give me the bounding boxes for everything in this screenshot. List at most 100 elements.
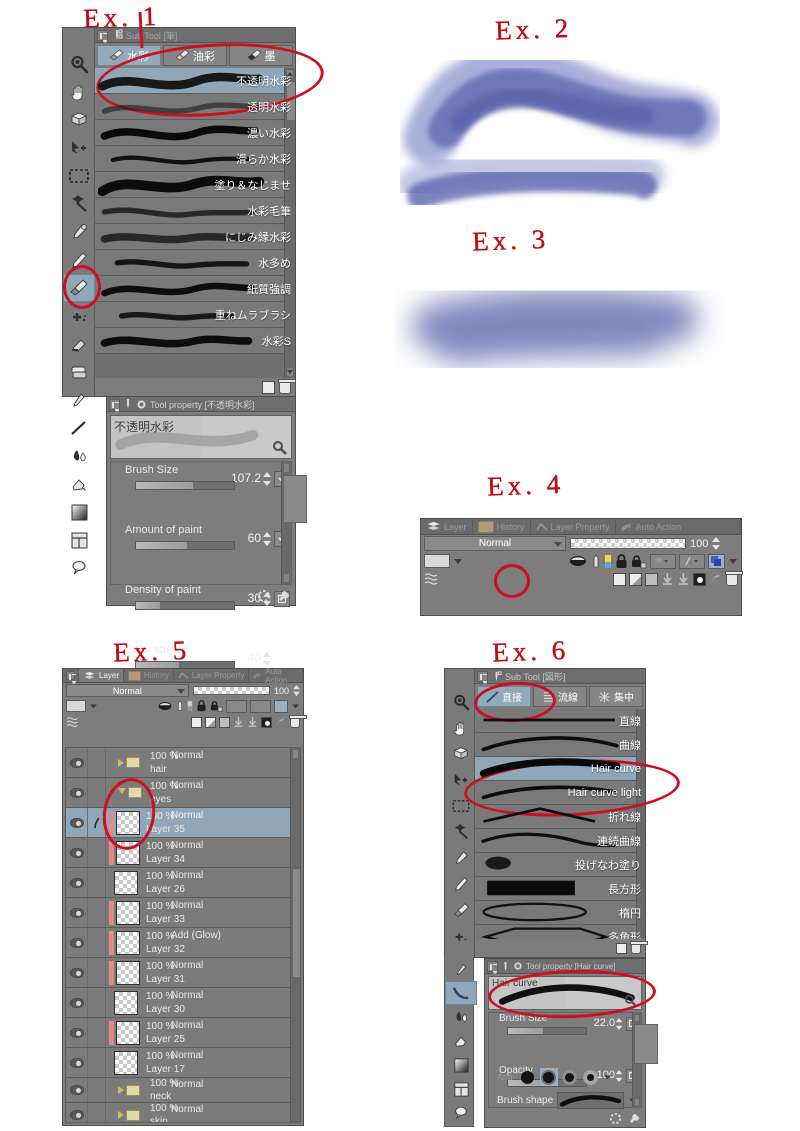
subtool-item[interactable]: にじみ縁水彩 [95,224,295,250]
tab-layer-property[interactable]: Layer Property [530,519,616,534]
new-folder-icon[interactable] [645,572,658,586]
gradient-square-icon[interactable] [63,498,95,526]
antialias-strong-icon[interactable] [582,1068,600,1086]
blend-mode-select[interactable]: Normal [66,684,189,697]
delete-layer-icon[interactable] [725,570,743,586]
table-row[interactable]: 100 % Layer 32 Add (Glow) [66,928,300,958]
tab-layer-property[interactable]: Layer Property [173,669,250,682]
eyedropper2-icon[interactable] [445,957,477,981]
combine-down-icon[interactable] [247,716,258,728]
stepper-icon[interactable] [263,472,271,486]
property-row-brush-shape[interactable]: Brush shape [489,1089,641,1111]
new-tonal-layer-icon[interactable] [629,572,642,586]
subtool-item[interactable]: 連続曲線 [475,829,645,853]
chevron-down-icon[interactable] [89,701,98,711]
opacity-value[interactable]: 100 [690,538,708,550]
draft-mode-icon[interactable] [679,553,705,569]
pen-icon[interactable] [445,871,477,897]
brush-icon[interactable] [63,274,95,302]
layer-visibility-toggle[interactable] [66,1018,88,1047]
property-slider[interactable] [135,541,235,550]
stepper-icon[interactable] [712,537,721,550]
palette-menu-icon[interactable] [66,671,76,682]
stepper-icon[interactable] [615,1018,623,1030]
chevron-down-icon[interactable] [118,787,126,798]
palette-menu-icon[interactable] [97,29,108,41]
wrench-icon[interactable] [624,994,638,1008]
subtool-scrollbar[interactable] [284,68,295,378]
table-row[interactable]: 100 % Layer 25 Normal [66,1018,300,1048]
table-row[interactable]: 100 % Layer 30 Normal [66,988,300,1018]
magic-wand-icon[interactable] [63,190,95,218]
brush-icon[interactable] [445,897,477,923]
table-row[interactable]: 100 % neck Normal [66,1078,300,1103]
ex4-tabstrip[interactable]: Layer History Layer Property Auto Action [421,519,741,535]
fill-icon[interactable] [445,1005,477,1029]
antialias-none-icon[interactable] [519,1068,537,1086]
chevron-right-icon[interactable] [118,758,124,767]
subtool-item[interactable]: 重ねムラブラシ [95,302,295,328]
property-scrollbar[interactable] [632,1013,658,1107]
new-subtool-icon[interactable] [262,381,275,394]
subtool-item[interactable]: 折れ線 [475,805,645,829]
frame-icon[interactable] [445,1077,477,1101]
magic-wand-icon[interactable] [445,819,477,845]
subtool-item[interactable]: 滑らか水彩 [95,146,295,172]
ruler-icon[interactable] [176,700,184,712]
reference-layer-icon[interactable] [650,553,676,569]
reference-layer-icon[interactable] [226,699,247,713]
palette-menu-icon[interactable] [477,670,488,682]
reset-icon[interactable] [609,1112,622,1125]
layer-visibility-toggle[interactable] [66,868,88,897]
subtool-item[interactable]: 直線 [475,709,645,733]
transfer-down-icon[interactable] [233,716,244,728]
subtool-item[interactable]: 透明水彩 [95,94,295,120]
category-button-focus[interactable]: 集中 [589,686,643,707]
scrollbar-thumb[interactable] [292,868,300,978]
antialias-medium-icon[interactable] [561,1068,579,1086]
clip-to-layer-below-icon[interactable] [157,700,173,712]
subtool-item[interactable]: Hair curve [475,757,645,781]
layer-visibility-toggle[interactable] [66,1103,88,1122]
wrench-icon[interactable] [272,440,288,456]
marquee-icon[interactable] [445,793,477,819]
table-row[interactable]: 100 % eyes Normal [66,778,300,808]
ex6-toolbar[interactable] [445,669,477,994]
figure-icon[interactable] [445,981,477,1005]
layer-list-scrollbar[interactable] [290,748,300,1122]
layer-visibility-toggle[interactable] [66,838,88,867]
figure-icon[interactable] [63,414,95,442]
table-row[interactable]: 100 % Layer 17 Normal [66,1048,300,1078]
opacity-slider[interactable] [570,538,686,549]
tab-history[interactable]: History [124,669,174,682]
property-value[interactable]: 40 [248,651,261,665]
ex6-toolbar-lower[interactable] [444,957,477,1127]
property-value[interactable]: 107.2 [231,471,261,485]
new-subtool-icon[interactable] [616,943,627,954]
pen-icon[interactable] [63,246,95,274]
gradient-icon[interactable] [63,470,95,498]
tab-auto-action[interactable]: Auto Action [615,519,741,534]
hand-icon[interactable] [63,78,95,106]
draft-layer-icon[interactable] [187,700,193,712]
palette-menu-icon[interactable] [487,960,498,972]
subtool-item[interactable]: 投げなわ塗り [475,853,645,877]
color-swatch[interactable] [424,554,450,568]
opacity-value[interactable]: 100 [274,686,289,696]
move-layer-icon[interactable] [445,767,477,793]
table-row[interactable]: 100 % Layer 35 Normal [66,808,300,838]
scroll-up-icon[interactable] [634,1014,640,1022]
layer-visibility-toggle[interactable] [66,1048,88,1077]
eyedropper2-icon[interactable] [63,386,95,414]
subtool-item[interactable]: 紙質強調 [95,276,295,302]
chevron-right-icon[interactable] [118,1086,124,1094]
stepper-icon[interactable] [293,685,300,696]
reset-icon[interactable] [257,589,271,603]
marquee-icon[interactable] [63,162,95,190]
subtool-item[interactable]: 水彩毛筆 [95,198,295,224]
chevron-down-icon[interactable] [453,555,463,567]
color-swatch[interactable] [66,700,86,712]
property-slider[interactable] [507,1027,587,1035]
layer-visibility-toggle[interactable] [66,778,88,807]
tab-menu[interactable] [63,669,79,682]
